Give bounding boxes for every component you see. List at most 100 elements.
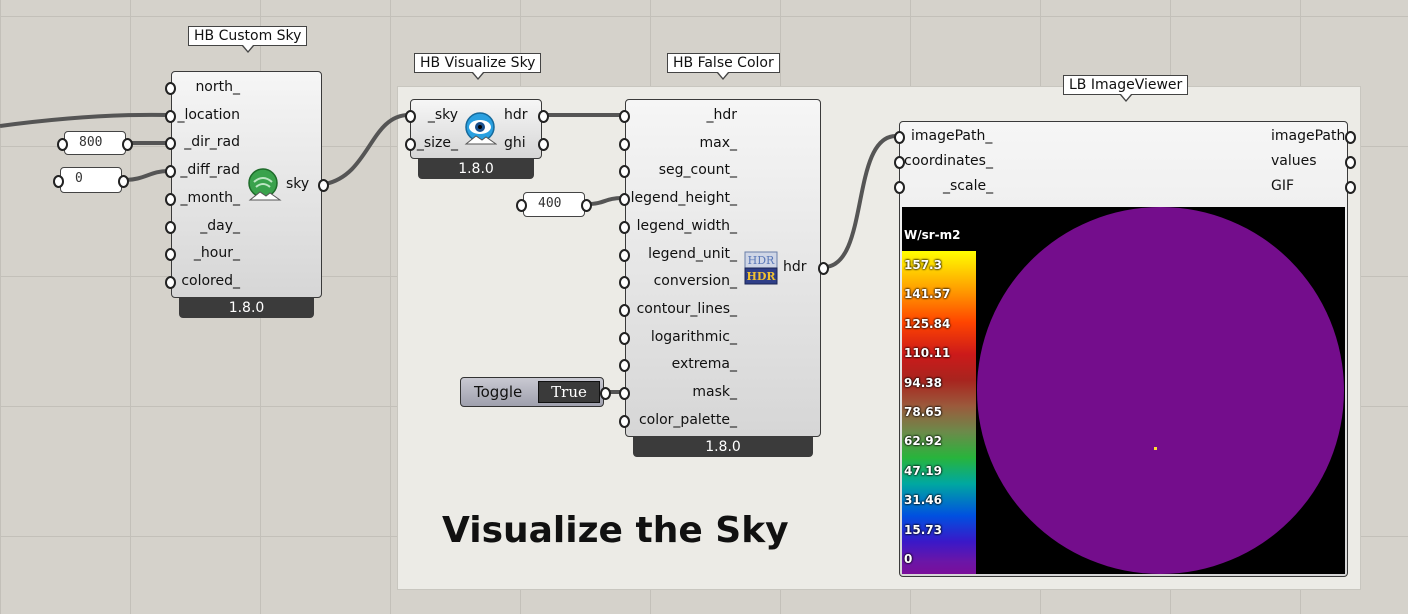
custom-sky-input[interactable]: _location bbox=[176, 106, 240, 124]
image-viewer-title: LB ImageViewer bbox=[1063, 75, 1189, 102]
custom-sky-version: 1.8.0 bbox=[179, 298, 314, 318]
visualize-sky-pin-sky[interactable] bbox=[405, 110, 416, 123]
false-color-input-pin[interactable] bbox=[619, 193, 630, 207]
visualize-sky-input-sky[interactable]: _sky bbox=[416, 106, 458, 124]
image-viewer-pin-values-out[interactable] bbox=[1345, 156, 1356, 169]
dir-rad-panel-pin-in[interactable] bbox=[57, 138, 68, 151]
image-viewer-output-gif[interactable]: GIF bbox=[1271, 177, 1294, 195]
image-viewer-pin-imagepath-in[interactable] bbox=[894, 131, 905, 144]
custom-sky-input-pin[interactable] bbox=[165, 220, 176, 234]
custom-sky-input[interactable]: colored_ bbox=[176, 272, 240, 290]
custom-sky-input[interactable]: _day_ bbox=[176, 217, 240, 235]
image-viewer-pin-scale-in[interactable] bbox=[894, 181, 905, 194]
wire-location bbox=[0, 112, 169, 128]
false-color-input[interactable]: max_ bbox=[630, 134, 737, 152]
custom-sky-icon bbox=[246, 168, 282, 206]
image-viewer-input-imagepath[interactable]: imagePath_ bbox=[911, 127, 992, 145]
legend-value-label: 0 bbox=[904, 552, 913, 566]
false-color-input[interactable]: legend_height_ bbox=[630, 189, 737, 207]
false-color-input-pin[interactable] bbox=[619, 303, 630, 317]
legend-height-panel-pin-in[interactable] bbox=[516, 199, 527, 212]
false-color-input[interactable]: _hdr bbox=[630, 106, 737, 124]
false-color-title: HB False Color bbox=[667, 53, 780, 80]
dir-rad-panel[interactable]: 800 bbox=[64, 131, 126, 155]
visualize-sky-version: 1.8.0 bbox=[418, 159, 534, 179]
hdr-icon-text-top: HDR bbox=[748, 254, 775, 267]
visualize-sky-input-size[interactable]: _size_ bbox=[416, 134, 458, 152]
false-color-input-pin[interactable] bbox=[619, 220, 630, 234]
legend-height-panel-pin-out[interactable] bbox=[581, 199, 592, 212]
sun-position-dot bbox=[1154, 447, 1157, 450]
false-color-version: 1.8.0 bbox=[633, 437, 813, 457]
custom-sky-input[interactable]: _month_ bbox=[176, 189, 240, 207]
false-color-input[interactable]: legend_unit_ bbox=[630, 245, 737, 263]
false-color-input[interactable]: seg_count_ bbox=[630, 161, 737, 179]
sky-false-color-image: W/sr-m2 157.3 141.57 125.84 110.11 94.38 78.6… bbox=[902, 207, 1345, 574]
false-color-input[interactable]: contour_lines_ bbox=[630, 300, 737, 318]
legend-value-label: 31.46 bbox=[904, 493, 942, 508]
custom-sky-output-pin[interactable] bbox=[318, 179, 329, 192]
custom-sky-input-pin[interactable] bbox=[165, 275, 176, 289]
legend-value-label: 110.11 bbox=[904, 346, 951, 361]
false-color-output-hdr[interactable]: hdr bbox=[783, 258, 807, 276]
legend-value-label: 62.92 bbox=[904, 434, 942, 449]
false-color-input-pin[interactable] bbox=[619, 248, 630, 262]
diff-rad-panel[interactable]: 0 bbox=[60, 167, 122, 193]
false-color-input[interactable]: conversion_ bbox=[630, 272, 737, 290]
image-viewer-input-scale[interactable]: _scale_ bbox=[943, 177, 993, 195]
visualize-sky-title: HB Visualize Sky bbox=[414, 53, 542, 80]
custom-sky-input-pin[interactable] bbox=[165, 165, 176, 179]
false-color-input[interactable]: color_palette_ bbox=[630, 411, 737, 429]
eye-sky-icon bbox=[463, 112, 498, 150]
legend-value-label: 94.38 bbox=[904, 375, 942, 390]
false-color-input[interactable]: mask_ bbox=[630, 383, 737, 401]
false-color-input[interactable]: logarithmic_ bbox=[630, 328, 737, 346]
custom-sky-input[interactable]: north_ bbox=[176, 78, 240, 96]
legend-unit: W/sr-m2 bbox=[904, 228, 961, 242]
custom-sky-input[interactable]: _diff_rad bbox=[176, 161, 240, 179]
false-color-input[interactable]: legend_width_ bbox=[630, 217, 737, 235]
custom-sky-input-pin[interactable] bbox=[165, 192, 176, 206]
image-viewer-pin-gif-out[interactable] bbox=[1345, 181, 1356, 194]
custom-sky-title: HB Custom Sky bbox=[188, 26, 308, 53]
visualize-sky-pin-ghi[interactable] bbox=[538, 138, 549, 151]
custom-sky-input-pin[interactable] bbox=[165, 109, 176, 123]
toggle-label: Toggle bbox=[474, 383, 523, 401]
custom-sky-input-pin[interactable] bbox=[165, 82, 176, 95]
image-viewer-output-values[interactable]: values bbox=[1271, 152, 1317, 170]
dir-rad-panel-pin-out[interactable] bbox=[122, 138, 133, 151]
legend-value-label: 157.3 bbox=[904, 258, 942, 272]
image-viewer-pin-imagepath-out[interactable] bbox=[1345, 131, 1356, 144]
false-color-input-pin[interactable] bbox=[619, 110, 630, 123]
custom-sky-output-sky[interactable]: sky bbox=[286, 175, 309, 193]
custom-sky-input[interactable]: _hour_ bbox=[176, 244, 240, 262]
visualize-sky-pin-hdr[interactable] bbox=[538, 110, 549, 123]
legend-value-label: 141.57 bbox=[904, 287, 951, 302]
diff-rad-panel-pin-out[interactable] bbox=[118, 175, 129, 188]
legend-value-label: 15.73 bbox=[904, 522, 942, 537]
legend-value-label: 47.19 bbox=[904, 463, 942, 478]
visualize-sky-output-hdr[interactable]: hdr bbox=[504, 106, 528, 124]
legend-value-label: 125.84 bbox=[904, 316, 951, 331]
group-title: Visualize the Sky bbox=[442, 510, 789, 551]
false-color-output-pin[interactable] bbox=[818, 262, 829, 275]
false-color-input-pin[interactable] bbox=[619, 414, 630, 428]
false-color-input-pin[interactable] bbox=[619, 387, 630, 400]
hdr-icon: HDR HDR bbox=[744, 251, 778, 289]
visualize-sky-output-ghi[interactable]: ghi bbox=[504, 134, 526, 152]
toggle-value[interactable]: True bbox=[538, 381, 600, 403]
false-color-input-pin[interactable] bbox=[619, 331, 630, 345]
custom-sky-input[interactable]: _dir_rad bbox=[176, 133, 240, 151]
sky-dome-disc bbox=[977, 207, 1344, 574]
image-viewer-output-imagepath[interactable]: imagePath bbox=[1271, 127, 1345, 145]
toggle-output-pin[interactable] bbox=[600, 387, 611, 400]
wire-diff-rad bbox=[123, 169, 169, 182]
hdr-icon-text-bottom: HDR bbox=[746, 270, 776, 283]
false-color-input-pin[interactable] bbox=[619, 137, 630, 151]
image-viewer-input-coordinates[interactable]: coordinates_ bbox=[904, 152, 993, 170]
diff-rad-panel-pin-in[interactable] bbox=[53, 175, 64, 188]
false-color-input[interactable]: extrema_ bbox=[630, 355, 737, 373]
visualize-sky-pin-size[interactable] bbox=[405, 138, 416, 151]
legend-height-panel[interactable]: 400 bbox=[523, 192, 585, 217]
boolean-toggle[interactable]: Toggle True bbox=[460, 377, 604, 407]
